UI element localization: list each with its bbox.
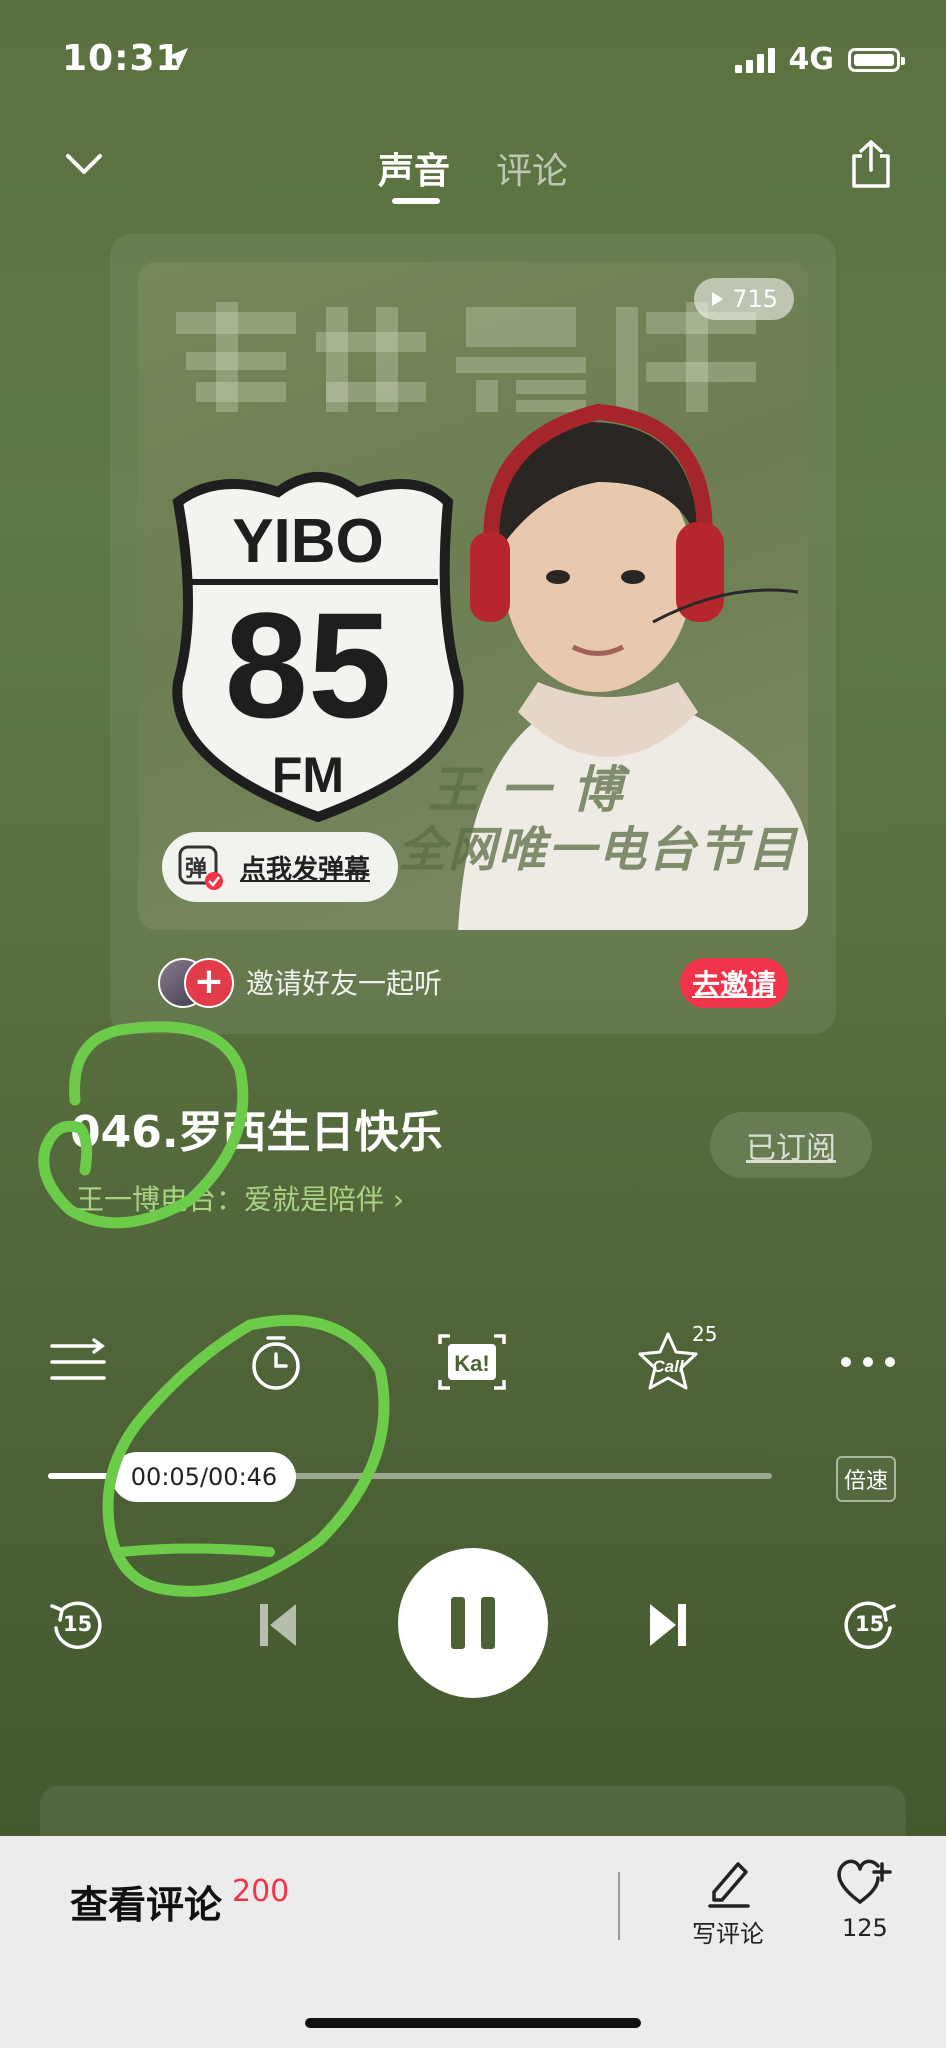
- battery-icon: [848, 47, 905, 72]
- svg-text:Call: Call: [652, 1357, 684, 1376]
- friend-avatars: +: [158, 958, 234, 1008]
- karaoke-icon[interactable]: Ka!: [436, 1330, 506, 1394]
- pause-button[interactable]: [398, 1548, 548, 1698]
- playlist-icon[interactable]: [48, 1330, 112, 1394]
- tab-audio[interactable]: 声音: [378, 142, 450, 194]
- signal-icon: [734, 47, 775, 73]
- call-star-icon[interactable]: Call: [636, 1330, 700, 1394]
- svg-text:FM: FM: [272, 747, 344, 803]
- forward-seconds: 15: [855, 1612, 885, 1636]
- view-comments-button[interactable]: 查看评论: [70, 1874, 222, 1929]
- play-triangle-icon: [712, 292, 724, 306]
- subscribe-button[interactable]: 已订阅: [710, 1112, 872, 1178]
- svg-text:YIBO: YIBO: [232, 507, 384, 576]
- album-link[interactable]: 王一博电台：爱就是陪伴 ›: [76, 1178, 404, 1218]
- collapse-chevron-icon[interactable]: [62, 148, 106, 184]
- more-icon[interactable]: [836, 1330, 900, 1394]
- call-count: 25: [692, 1322, 718, 1346]
- danmu-icon-char: 弹: [185, 857, 208, 882]
- play-count: 715: [732, 285, 778, 313]
- network-label: 4G: [788, 42, 835, 77]
- bottom-bar: [0, 1836, 946, 2048]
- pause-icon: [451, 1597, 465, 1649]
- bottom-divider: [618, 1872, 620, 1940]
- invite-button[interactable]: 去邀请: [680, 958, 788, 1008]
- next-track-icon[interactable]: [648, 1600, 688, 1654]
- cover-tagline-art: 全网唯一电台节目: [398, 822, 799, 878]
- like-count: 125: [842, 1914, 888, 1942]
- track-title: 046.罗西生日快乐: [70, 1107, 443, 1158]
- home-indicator: [305, 2018, 641, 2028]
- write-comment-icon[interactable]: [704, 1856, 754, 1912]
- previous-track-icon[interactable]: [258, 1600, 298, 1654]
- danmu-icon: 弹: [176, 843, 224, 891]
- rewind-seconds: 15: [63, 1612, 93, 1636]
- forward-15-icon[interactable]: 15: [840, 1596, 898, 1658]
- share-icon[interactable]: [846, 138, 896, 194]
- danmu-label: 点我发弹幕: [240, 854, 371, 885]
- add-friend-icon: +: [184, 958, 234, 1008]
- speed-button[interactable]: 倍速: [836, 1456, 896, 1502]
- progress-time: 00:05/00:46: [130, 1463, 278, 1491]
- location-arrow-icon: [164, 46, 190, 76]
- svg-text:85: 85: [225, 581, 392, 749]
- timer-icon[interactable]: [244, 1330, 308, 1394]
- pause-icon-bar: [481, 1597, 495, 1649]
- tab-comments[interactable]: 评论: [496, 142, 568, 194]
- invite-text: 邀请好友一起听: [246, 967, 443, 1000]
- svg-text:Ka!: Ka!: [454, 1351, 489, 1376]
- invite-row[interactable]: + 邀请好友一起听: [158, 958, 443, 1008]
- write-comment-label[interactable]: 写评论: [692, 1914, 764, 1949]
- rewind-15-icon[interactable]: 15: [48, 1596, 106, 1658]
- tab-active-underline: [392, 198, 440, 204]
- like-heart-icon[interactable]: [834, 1856, 892, 1912]
- play-count-badge: 715: [694, 278, 794, 320]
- status-indicators: 4G: [734, 42, 905, 77]
- comments-count: 200: [232, 1874, 290, 1909]
- cover-art[interactable]: 715 YIBO 85 FM 王一博 全网唯一电台节目 弹 点我发弹幕: [138, 262, 808, 930]
- progress-handle[interactable]: 00:05/00:46: [112, 1452, 296, 1502]
- send-danmu-button[interactable]: 弹 点我发弹幕: [162, 832, 399, 902]
